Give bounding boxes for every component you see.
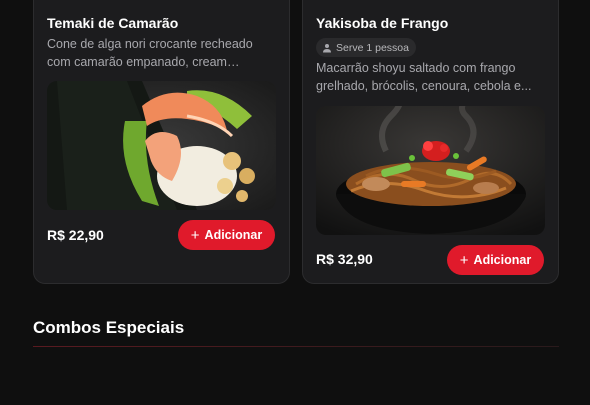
- item-description: Macarrão shoyu saltado com frango grelha…: [316, 61, 532, 93]
- plus-icon: +: [190, 226, 200, 244]
- section-title: Combos Especiais: [33, 318, 185, 337]
- menu-item-card[interactable]: Yakisoba de Frango Serve 1 pessoa Macarr…: [302, 0, 559, 284]
- serves-badge: Serve 1 pessoa: [316, 38, 416, 57]
- add-button-label: Adicionar: [473, 253, 532, 267]
- item-title: Temaki de Camarão: [47, 15, 179, 31]
- add-to-cart-button[interactable]: + Adicionar: [447, 245, 544, 275]
- menu-item-card[interactable]: Temaki de Camarão Cone de alga nori croc…: [33, 0, 290, 284]
- item-title: Yakisoba de Frango: [316, 15, 449, 31]
- serves-label: Serve 1 pessoa: [336, 41, 409, 54]
- item-price: R$ 32,90: [316, 251, 373, 267]
- temaki-image: [47, 81, 276, 210]
- section-divider: [33, 346, 559, 347]
- add-to-cart-button[interactable]: + Adicionar: [178, 220, 275, 250]
- item-price: R$ 22,90: [47, 227, 104, 243]
- add-button-label: Adicionar: [204, 228, 263, 242]
- yakisoba-image: [316, 106, 545, 235]
- item-description: Cone de alga nori crocante recheado com …: [47, 37, 253, 69]
- person-icon: [323, 43, 331, 52]
- plus-icon: +: [459, 251, 469, 269]
